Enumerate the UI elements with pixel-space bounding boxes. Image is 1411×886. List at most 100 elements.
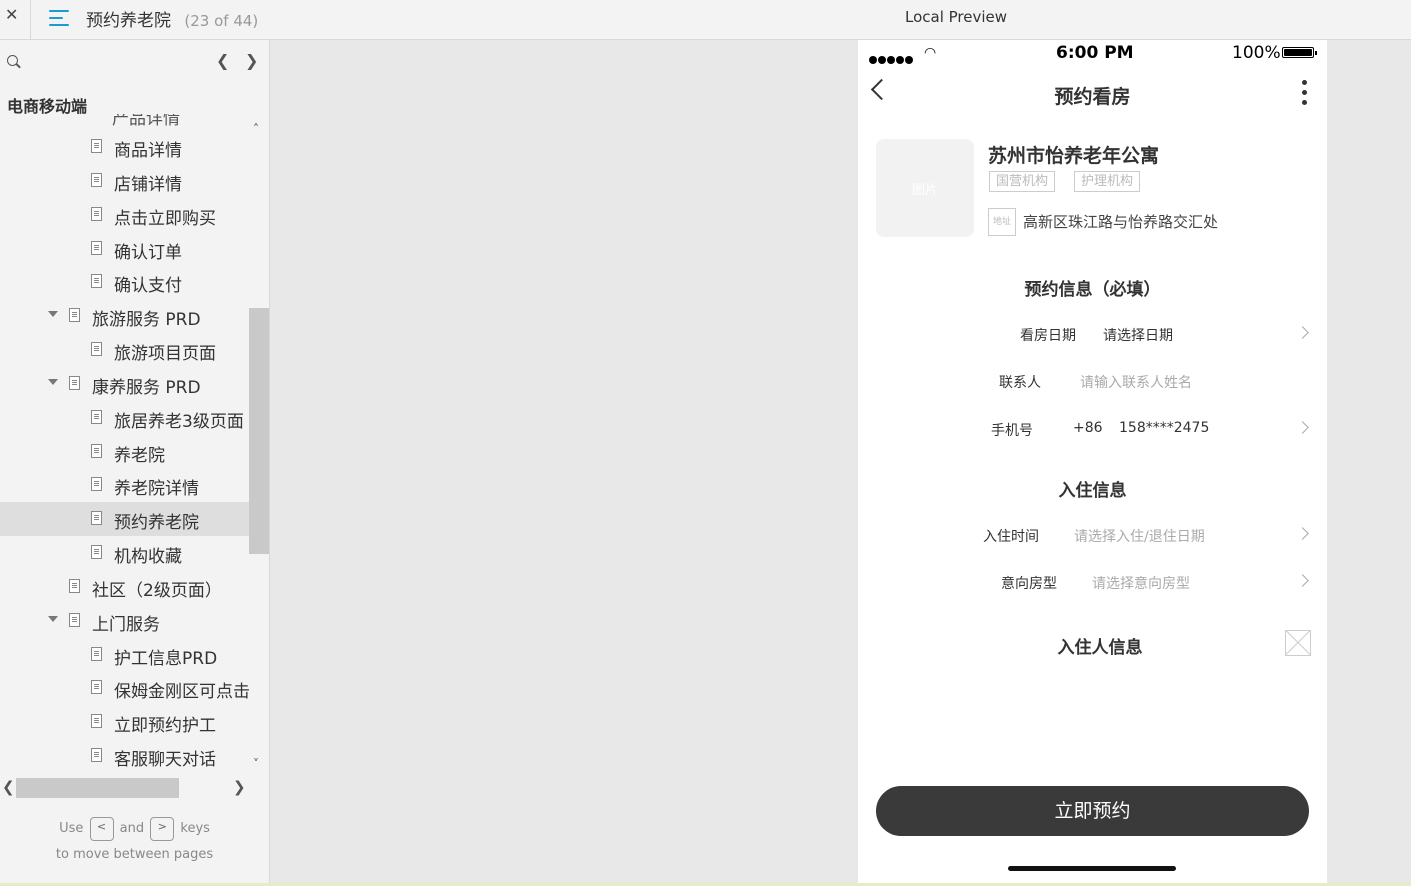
tree-folder[interactable]: 康养服务 PRD: [0, 367, 249, 401]
tree-item-label: 康养服务 PRD: [92, 378, 201, 398]
tree-item-label: 旅游服务 PRD: [92, 310, 201, 330]
hint-and: and: [119, 821, 145, 836]
tree-item[interactable]: 养老院: [0, 435, 249, 469]
image-placeholder-label: 图片: [911, 183, 938, 198]
page-icon: [91, 410, 102, 424]
tree-item[interactable]: 旅游项目页面: [0, 333, 249, 367]
scroll-left-icon[interactable]: ❮: [2, 778, 15, 796]
tree-folder[interactable]: 上门服务: [0, 604, 249, 638]
tree-item[interactable]: 护工信息PRD: [0, 638, 249, 672]
chevron-right-icon[interactable]: [1296, 326, 1309, 339]
resident-section-title: 入住人信息: [1057, 638, 1143, 658]
horizontal-scrollbar[interactable]: ❮ ❯: [0, 777, 249, 799]
more-icon[interactable]: [1302, 80, 1308, 108]
tree-item[interactable]: 机构收藏: [0, 536, 249, 570]
home-indicator: [1008, 866, 1176, 871]
page-icon: [91, 274, 102, 288]
institution-image: 图片: [876, 139, 974, 237]
contact-label: 联系人: [999, 375, 1041, 391]
tree-item[interactable]: 确认支付: [0, 265, 249, 299]
institution-name: 苏州市怡养老年公寓: [988, 145, 1160, 167]
scroll-up-icon[interactable]: ˄: [253, 122, 259, 136]
visit-date-picker[interactable]: 请选择日期: [1103, 325, 1173, 345]
chevron-right-icon[interactable]: [1296, 421, 1309, 434]
vertical-scrollbar[interactable]: ˄ ˅: [249, 114, 269, 771]
keyboard-hint: Use < and > keys to move between pages: [0, 816, 269, 868]
phone-label: 手机号: [991, 423, 1033, 439]
phone-number-input[interactable]: 158****2475: [1119, 420, 1209, 436]
scrollbar-thumb[interactable]: [16, 778, 179, 798]
expand-caret-icon[interactable]: [48, 379, 58, 385]
hint-line2: to move between pages: [55, 847, 214, 862]
tag-badge: 护理机构: [1074, 171, 1141, 192]
top-bar: ✕ 预约养老院 (23 of 44) Local Preview: [0, 0, 1411, 40]
tree-item[interactable]: 立即预约护工: [0, 705, 249, 739]
sidebar: ❮ ❯ 电商移动端 产品详情 商品详情 店铺详情 点击立即购买 确认订单 确认支…: [0, 40, 270, 886]
address-text: 高新区珠江路与怡养路交汇处: [1023, 213, 1219, 231]
signal-icon: [869, 49, 914, 68]
tree-item[interactable]: 商品详情: [0, 130, 249, 164]
page-icon: [91, 139, 102, 153]
page-icon: [91, 207, 102, 221]
tree-item-label: 护工信息PRD: [114, 649, 218, 669]
tree-item-partial[interactable]: 产品详情: [112, 114, 180, 129]
page-icon: [91, 748, 102, 762]
page-tree: 产品详情 商品详情 店铺详情 点击立即购买 确认订单 确认支付 旅游服务 PRD: [0, 114, 249, 770]
contact-name-input[interactable]: 请输入联系人姓名: [1080, 372, 1192, 392]
tree-item[interactable]: 客服聊天对话: [0, 739, 249, 770]
page-icon: [69, 579, 80, 593]
room-type-label: 意向房型: [1001, 576, 1057, 592]
prev-page-icon[interactable]: ❮: [216, 51, 229, 70]
mobile-preview: ◠ 6:00 PM 100% 预约看房 图片 苏州市怡养老年公寓 国营机构 护理…: [858, 40, 1327, 883]
expand-caret-icon[interactable]: [48, 616, 58, 622]
tree-item-label: 确认支付: [114, 276, 182, 296]
menu-icon[interactable]: [49, 9, 69, 27]
page-icon: [91, 342, 102, 356]
chevron-right-icon[interactable]: [1296, 574, 1309, 587]
page-icon: [91, 477, 102, 491]
next-page-icon[interactable]: ❯: [245, 51, 258, 70]
country-code-select[interactable]: +86: [1073, 420, 1103, 436]
tree-item-label: 旅居养老3级页面: [114, 412, 244, 432]
room-type-select[interactable]: 请选择意向房型: [1092, 573, 1190, 593]
book-now-button[interactable]: 立即预约: [876, 786, 1309, 836]
page-name-text: 预约养老院: [86, 11, 171, 31]
nav-title: 预约看房: [1054, 86, 1131, 108]
close-icon[interactable]: ✕: [5, 5, 18, 24]
preview-title: Local Preview: [905, 8, 1008, 26]
tree-folder[interactable]: 旅游服务 PRD: [0, 299, 249, 333]
wifi-icon: ◠: [924, 45, 937, 61]
tree-item[interactable]: 确认订单: [0, 232, 249, 266]
add-resident-icon[interactable]: [1285, 630, 1311, 656]
divider: [30, 0, 31, 39]
tree-item[interactable]: 保姆金刚区可点击: [0, 671, 249, 705]
visit-date-label: 看房日期: [1020, 328, 1076, 344]
key-right-icon: >: [150, 816, 175, 841]
booking-section-title: 预约信息（必填）: [1024, 280, 1161, 300]
page-icon: [91, 714, 102, 728]
chevron-right-icon[interactable]: [1296, 527, 1309, 540]
tree-item[interactable]: 点击立即购买: [0, 198, 249, 232]
tree-item-label: 养老院详情: [114, 479, 199, 499]
tree-item[interactable]: 社区（2级页面）: [0, 570, 249, 604]
scroll-right-icon[interactable]: ❯: [233, 778, 246, 796]
tree-item-label: 立即预约护工: [114, 716, 216, 736]
tree-item-label: 保姆金刚区可点击: [114, 682, 249, 702]
checkin-date-picker[interactable]: 请选择入住/退住日期: [1074, 526, 1205, 546]
tree-item-label: 预约养老院: [114, 513, 199, 533]
tree-item[interactable]: 店铺详情: [0, 164, 249, 198]
expand-caret-icon[interactable]: [48, 311, 58, 317]
tree-item-label: 上门服务: [92, 615, 160, 635]
page-icon: [91, 647, 102, 661]
tree-item-label: 店铺详情: [114, 175, 182, 195]
tree-item-label: 客服聊天对话: [114, 750, 216, 770]
tree-item[interactable]: 旅居养老3级页面: [0, 401, 249, 435]
scrollbar-thumb[interactable]: [249, 308, 269, 554]
tree-item-selected[interactable]: 预约养老院: [0, 502, 249, 536]
search-icon[interactable]: [7, 55, 18, 66]
status-time: 6:00 PM: [1056, 43, 1134, 63]
tree-item-label: 养老院: [114, 446, 165, 466]
address-icon: 地址: [988, 208, 1016, 236]
scroll-down-icon[interactable]: ˅: [253, 757, 259, 771]
tree-item[interactable]: 养老院详情: [0, 468, 249, 502]
